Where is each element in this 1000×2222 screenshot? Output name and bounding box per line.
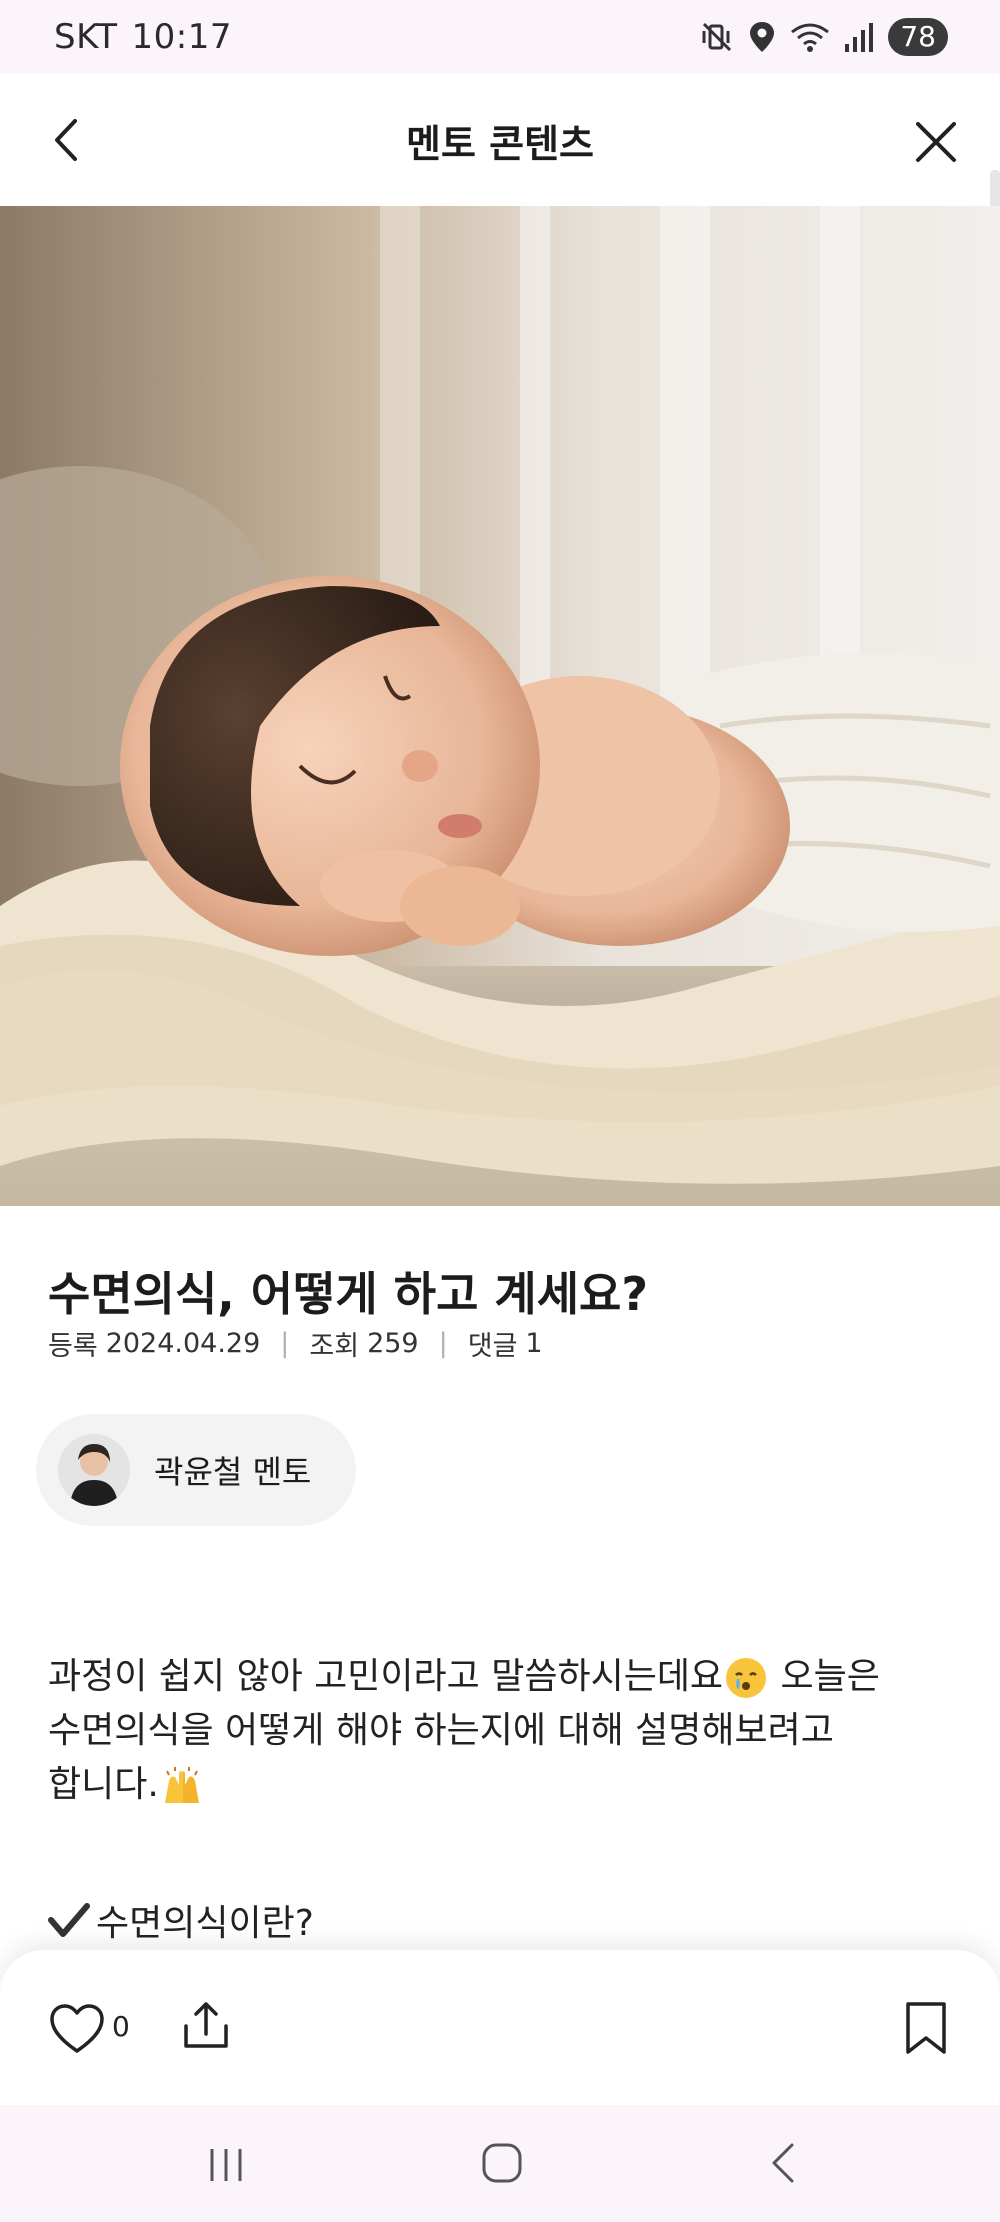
- meta-divider: |: [280, 1328, 290, 1359]
- app-header: 멘토 콘텐츠: [0, 74, 1000, 280]
- section-heading: 수면의식이란?: [48, 1894, 314, 1946]
- hero-image: [0, 206, 1000, 1206]
- mentor-chip[interactable]: 곽윤철 멘토: [36, 1414, 356, 1526]
- heart-icon: [50, 2004, 104, 2053]
- location-icon: [750, 22, 775, 52]
- article-meta: 등록 2024.04.29 | 조회 259 | 댓글 1: [48, 1324, 543, 1363]
- carrier: SKT: [54, 17, 118, 57]
- back-button[interactable]: [36, 110, 96, 170]
- body-line: 합니다.: [48, 1764, 159, 1805]
- page-title: 멘토 콘텐츠: [405, 121, 595, 166]
- article-title: 수면의식, 어떻게 하고 계세요?: [48, 1267, 649, 1321]
- avatar: [58, 1434, 130, 1506]
- comments-label: 댓글: [467, 1331, 518, 1362]
- body-line: 수면의식을 어떻게 해야 하는지에 대해 설명해보려고: [48, 1710, 834, 1751]
- home-icon: [482, 2143, 522, 2183]
- bottom-action-bar: 0: [0, 1950, 1000, 2105]
- meta-divider: |: [438, 1328, 448, 1359]
- status-icons: 78: [700, 18, 948, 56]
- section-heading-text: 수면의식이란?: [96, 1903, 314, 1944]
- nav-back-button[interactable]: [764, 2141, 800, 2189]
- body-line: 과정이 쉽지 않아 고민이라고 말씀하시는데요: [48, 1656, 724, 1697]
- signal-icon: [845, 23, 874, 52]
- like-button[interactable]: [48, 2000, 106, 2058]
- system-nav-bar: [0, 2105, 1000, 2222]
- raising-hands-emoji-icon: [164, 1767, 199, 1803]
- close-button[interactable]: [904, 110, 968, 174]
- battery-indicator: 78: [888, 18, 948, 56]
- registered-label: 등록: [48, 1331, 98, 1362]
- close-icon: [916, 122, 956, 162]
- wifi-icon: [791, 23, 830, 52]
- checkmark-icon: [48, 1903, 90, 1937]
- registered-date: 2024.04.29: [105, 1328, 261, 1359]
- mentor-avatar-image: [58, 1434, 130, 1506]
- back-icon: [772, 2143, 794, 2183]
- bookmark-icon: [906, 2002, 946, 2054]
- sleeping-baby-photo: [0, 206, 1000, 1206]
- home-button[interactable]: [480, 2141, 524, 2189]
- article-body: 과정이 쉽지 않아 고민이라고 말씀하시는데요 오늘은 수면의식을 어떻게 해야…: [48, 1650, 928, 1812]
- clock: 10:17: [131, 17, 232, 57]
- mentor-name: 곽윤철 멘토: [154, 1453, 312, 1491]
- views-count: 259: [367, 1328, 419, 1359]
- share-button[interactable]: [178, 1998, 234, 2054]
- like-count: 0: [112, 2010, 130, 2043]
- views-label: 조회: [309, 1331, 360, 1362]
- status-left: SKT 10:17: [54, 17, 246, 57]
- body-line: 오늘은: [769, 1656, 880, 1697]
- chevron-left-icon: [55, 119, 77, 161]
- share-icon: [184, 2002, 228, 2048]
- recent-apps-icon: [210, 2149, 242, 2181]
- status-bar: SKT 10:17 78: [0, 0, 1000, 74]
- mute-vibrate-icon: [702, 22, 732, 52]
- recent-apps-button[interactable]: [206, 2145, 246, 2189]
- bookmark-button[interactable]: [900, 2000, 952, 2058]
- crying-face-emoji-icon: [726, 1658, 767, 1698]
- comments-count: 1: [525, 1328, 543, 1359]
